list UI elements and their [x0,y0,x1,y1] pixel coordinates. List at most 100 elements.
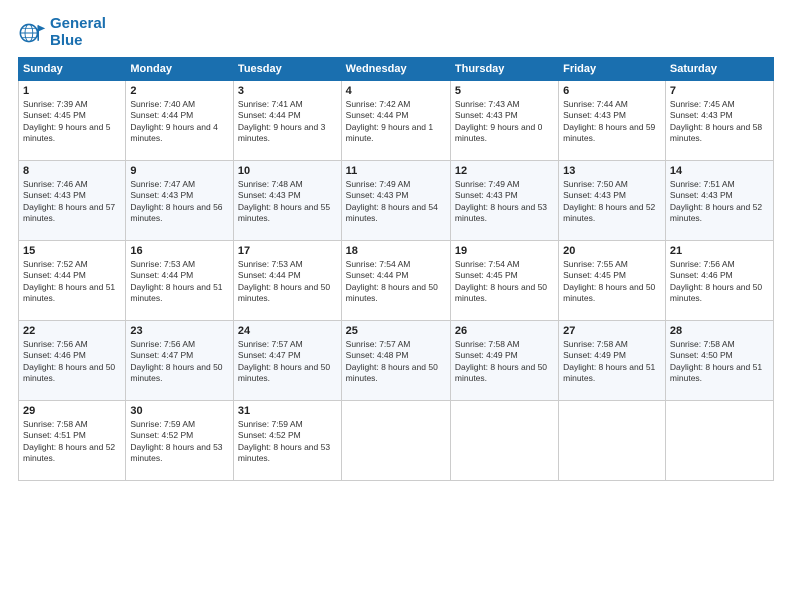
day-number: 10 [238,165,337,177]
day-number: 23 [130,325,229,337]
col-header-tuesday: Tuesday [233,58,341,81]
day-number: 13 [563,165,661,177]
table-cell: 17 Sunrise: 7:53 AMSunset: 4:44 PMDaylig… [233,241,341,321]
day-number: 15 [23,245,121,257]
table-cell [665,401,773,481]
day-number: 1 [23,85,121,97]
day-number: 30 [130,405,229,417]
day-number: 9 [130,165,229,177]
day-number: 2 [130,85,229,97]
table-cell: 15 Sunrise: 7:52 AMSunset: 4:44 PMDaylig… [19,241,126,321]
day-info: Sunrise: 7:51 AMSunset: 4:43 PMDaylight:… [670,179,762,223]
day-number: 29 [23,405,121,417]
day-info: Sunrise: 7:45 AMSunset: 4:43 PMDaylight:… [670,99,762,143]
day-number: 6 [563,85,661,97]
day-info: Sunrise: 7:43 AMSunset: 4:43 PMDaylight:… [455,99,542,143]
day-info: Sunrise: 7:42 AMSunset: 4:44 PMDaylight:… [346,99,433,143]
table-cell: 21 Sunrise: 7:56 AMSunset: 4:46 PMDaylig… [665,241,773,321]
day-info: Sunrise: 7:53 AMSunset: 4:44 PMDaylight:… [238,259,330,303]
table-cell: 11 Sunrise: 7:49 AMSunset: 4:43 PMDaylig… [341,161,450,241]
table-cell [341,401,450,481]
day-number: 3 [238,85,337,97]
table-cell: 16 Sunrise: 7:53 AMSunset: 4:44 PMDaylig… [126,241,234,321]
table-cell: 5 Sunrise: 7:43 AMSunset: 4:43 PMDayligh… [450,81,558,161]
day-number: 20 [563,245,661,257]
day-info: Sunrise: 7:52 AMSunset: 4:44 PMDaylight:… [23,259,115,303]
day-info: Sunrise: 7:59 AMSunset: 4:52 PMDaylight:… [238,419,330,463]
day-info: Sunrise: 7:56 AMSunset: 4:46 PMDaylight:… [23,339,115,383]
day-number: 19 [455,245,554,257]
table-cell: 1 Sunrise: 7:39 AMSunset: 4:45 PMDayligh… [19,81,126,161]
day-info: Sunrise: 7:50 AMSunset: 4:43 PMDaylight:… [563,179,655,223]
col-header-wednesday: Wednesday [341,58,450,81]
day-info: Sunrise: 7:55 AMSunset: 4:45 PMDaylight:… [563,259,655,303]
table-cell: 30 Sunrise: 7:59 AMSunset: 4:52 PMDaylig… [126,401,234,481]
table-cell: 22 Sunrise: 7:56 AMSunset: 4:46 PMDaylig… [19,321,126,401]
table-cell: 4 Sunrise: 7:42 AMSunset: 4:44 PMDayligh… [341,81,450,161]
calendar-table: SundayMondayTuesdayWednesdayThursdayFrid… [18,57,774,481]
col-header-monday: Monday [126,58,234,81]
table-cell: 20 Sunrise: 7:55 AMSunset: 4:45 PMDaylig… [559,241,666,321]
table-cell: 8 Sunrise: 7:46 AMSunset: 4:43 PMDayligh… [19,161,126,241]
day-info: Sunrise: 7:54 AMSunset: 4:44 PMDaylight:… [346,259,438,303]
table-cell: 29 Sunrise: 7:58 AMSunset: 4:51 PMDaylig… [19,401,126,481]
table-cell: 24 Sunrise: 7:57 AMSunset: 4:47 PMDaylig… [233,321,341,401]
table-cell [450,401,558,481]
day-info: Sunrise: 7:41 AMSunset: 4:44 PMDaylight:… [238,99,325,143]
table-cell: 7 Sunrise: 7:45 AMSunset: 4:43 PMDayligh… [665,81,773,161]
page: General Blue SundayMondayTuesdayWednesda… [0,0,792,612]
logo-line1: General [50,15,106,32]
day-number: 14 [670,165,769,177]
day-info: Sunrise: 7:53 AMSunset: 4:44 PMDaylight:… [130,259,222,303]
day-info: Sunrise: 7:58 AMSunset: 4:51 PMDaylight:… [23,419,115,463]
table-cell: 23 Sunrise: 7:56 AMSunset: 4:47 PMDaylig… [126,321,234,401]
day-info: Sunrise: 7:48 AMSunset: 4:43 PMDaylight:… [238,179,330,223]
table-cell: 13 Sunrise: 7:50 AMSunset: 4:43 PMDaylig… [559,161,666,241]
day-info: Sunrise: 7:56 AMSunset: 4:47 PMDaylight:… [130,339,222,383]
day-info: Sunrise: 7:59 AMSunset: 4:52 PMDaylight:… [130,419,222,463]
day-info: Sunrise: 7:56 AMSunset: 4:46 PMDaylight:… [670,259,762,303]
day-info: Sunrise: 7:58 AMSunset: 4:49 PMDaylight:… [455,339,547,383]
day-info: Sunrise: 7:58 AMSunset: 4:49 PMDaylight:… [563,339,655,383]
table-cell [559,401,666,481]
header: General Blue [18,16,774,49]
col-header-friday: Friday [559,58,666,81]
day-number: 5 [455,85,554,97]
day-number: 27 [563,325,661,337]
table-cell: 28 Sunrise: 7:58 AMSunset: 4:50 PMDaylig… [665,321,773,401]
table-cell: 12 Sunrise: 7:49 AMSunset: 4:43 PMDaylig… [450,161,558,241]
day-info: Sunrise: 7:44 AMSunset: 4:43 PMDaylight:… [563,99,655,143]
day-number: 8 [23,165,121,177]
day-number: 25 [346,325,446,337]
table-cell: 25 Sunrise: 7:57 AMSunset: 4:48 PMDaylig… [341,321,450,401]
day-number: 12 [455,165,554,177]
table-cell: 10 Sunrise: 7:48 AMSunset: 4:43 PMDaylig… [233,161,341,241]
day-info: Sunrise: 7:57 AMSunset: 4:48 PMDaylight:… [346,339,438,383]
logo: General Blue [18,16,106,49]
logo-line2: Blue [50,32,83,49]
day-info: Sunrise: 7:54 AMSunset: 4:45 PMDaylight:… [455,259,547,303]
col-header-sunday: Sunday [19,58,126,81]
day-info: Sunrise: 7:39 AMSunset: 4:45 PMDaylight:… [23,99,110,143]
day-number: 4 [346,85,446,97]
table-cell: 27 Sunrise: 7:58 AMSunset: 4:49 PMDaylig… [559,321,666,401]
table-cell: 18 Sunrise: 7:54 AMSunset: 4:44 PMDaylig… [341,241,450,321]
table-cell: 9 Sunrise: 7:47 AMSunset: 4:43 PMDayligh… [126,161,234,241]
day-info: Sunrise: 7:58 AMSunset: 4:50 PMDaylight:… [670,339,762,383]
day-number: 11 [346,165,446,177]
day-number: 31 [238,405,337,417]
table-cell: 31 Sunrise: 7:59 AMSunset: 4:52 PMDaylig… [233,401,341,481]
logo-icon [18,19,46,47]
day-number: 28 [670,325,769,337]
day-info: Sunrise: 7:49 AMSunset: 4:43 PMDaylight:… [346,179,438,223]
table-cell: 3 Sunrise: 7:41 AMSunset: 4:44 PMDayligh… [233,81,341,161]
day-info: Sunrise: 7:47 AMSunset: 4:43 PMDaylight:… [130,179,222,223]
day-info: Sunrise: 7:40 AMSunset: 4:44 PMDaylight:… [130,99,217,143]
day-number: 17 [238,245,337,257]
col-header-saturday: Saturday [665,58,773,81]
day-number: 26 [455,325,554,337]
logo-text: General Blue [50,16,106,49]
table-cell: 19 Sunrise: 7:54 AMSunset: 4:45 PMDaylig… [450,241,558,321]
day-number: 16 [130,245,229,257]
table-cell: 2 Sunrise: 7:40 AMSunset: 4:44 PMDayligh… [126,81,234,161]
